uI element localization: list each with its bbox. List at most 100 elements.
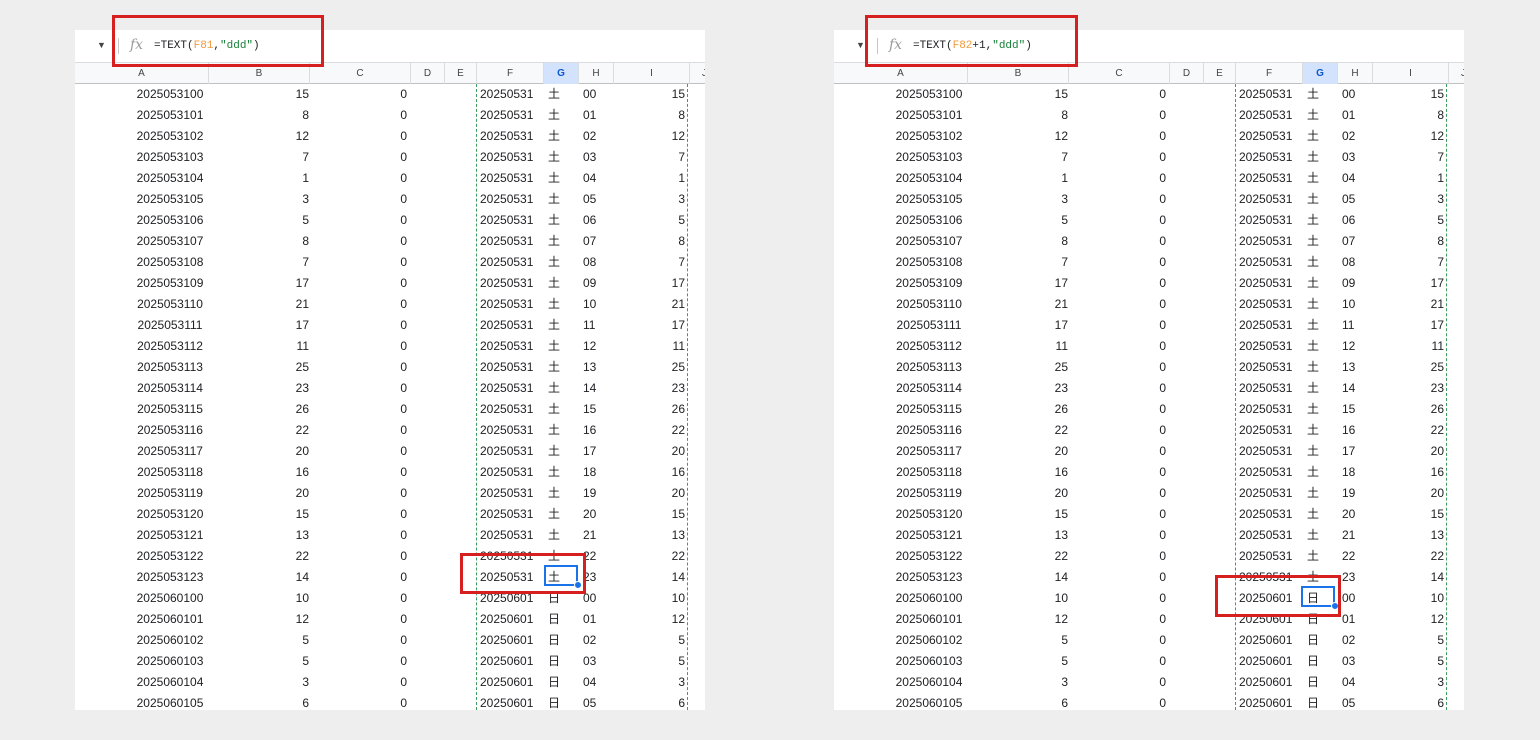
cell-weekday[interactable]: 土 xyxy=(1307,525,1319,546)
cell-date[interactable]: 20250531 xyxy=(480,105,533,126)
cell-weekday[interactable]: 土 xyxy=(548,84,560,105)
cell-date[interactable]: 20250531 xyxy=(480,441,533,462)
cell-date[interactable]: 20250531 xyxy=(1239,504,1292,525)
cell-date[interactable]: 20250601 xyxy=(1239,693,1292,710)
cell-weekday[interactable]: 日 xyxy=(548,609,560,630)
cell-count[interactable]: 15 xyxy=(968,84,1068,105)
cell-count[interactable]: 20 xyxy=(209,441,309,462)
cell-date[interactable]: 20250531 xyxy=(480,378,533,399)
cell-zero[interactable]: 0 xyxy=(1066,210,1166,231)
cell-value[interactable]: 5 xyxy=(1344,630,1444,651)
cell-value[interactable]: 26 xyxy=(585,399,685,420)
cell-value[interactable]: 17 xyxy=(1344,315,1444,336)
cell-count[interactable]: 20 xyxy=(968,441,1068,462)
column-header-j[interactable]: J xyxy=(1449,63,1464,84)
cell-count[interactable]: 13 xyxy=(209,525,309,546)
cell-value[interactable]: 22 xyxy=(1344,546,1444,567)
cell-value[interactable]: 8 xyxy=(585,231,685,252)
cell-weekday[interactable]: 日 xyxy=(1307,651,1319,672)
cell-zero[interactable]: 0 xyxy=(1066,231,1166,252)
cell-value[interactable]: 13 xyxy=(585,525,685,546)
cell-weekday[interactable]: 土 xyxy=(1307,399,1319,420)
cell-count[interactable]: 22 xyxy=(209,546,309,567)
cell-zero[interactable]: 0 xyxy=(1066,567,1166,588)
cell-date[interactable]: 20250601 xyxy=(480,630,533,651)
cell-date[interactable]: 20250531 xyxy=(1239,462,1292,483)
cell-value[interactable]: 22 xyxy=(585,546,685,567)
cell-zero[interactable]: 0 xyxy=(1066,357,1166,378)
cell-weekday[interactable]: 日 xyxy=(548,672,560,693)
cell-value[interactable]: 7 xyxy=(1344,252,1444,273)
cell-count[interactable]: 14 xyxy=(209,567,309,588)
cell-value[interactable]: 20 xyxy=(1344,441,1444,462)
cell-zero[interactable]: 0 xyxy=(1066,546,1166,567)
cell-count[interactable]: 5 xyxy=(209,630,309,651)
cell-zero[interactable]: 0 xyxy=(307,609,407,630)
cell-weekday[interactable]: 日 xyxy=(1307,630,1319,651)
cell-value[interactable]: 22 xyxy=(1344,420,1444,441)
cell-count[interactable]: 26 xyxy=(968,399,1068,420)
cell-value[interactable]: 16 xyxy=(1344,462,1444,483)
cell-count[interactable]: 6 xyxy=(209,693,309,710)
cell-count[interactable]: 8 xyxy=(968,231,1068,252)
column-header-d[interactable]: D xyxy=(411,63,445,84)
cell-count[interactable]: 8 xyxy=(209,105,309,126)
cell-count[interactable]: 16 xyxy=(968,462,1068,483)
cell-weekday[interactable]: 土 xyxy=(548,294,560,315)
cell-count[interactable]: 5 xyxy=(968,630,1068,651)
column-header-i[interactable]: I xyxy=(1373,63,1449,84)
cell-count[interactable]: 5 xyxy=(968,651,1068,672)
cell-count[interactable]: 22 xyxy=(968,420,1068,441)
cell-date[interactable]: 20250531 xyxy=(1239,189,1292,210)
cell-zero[interactable]: 0 xyxy=(307,567,407,588)
cell-date[interactable]: 20250531 xyxy=(1239,357,1292,378)
cell-zero[interactable]: 0 xyxy=(307,420,407,441)
cell-count[interactable]: 3 xyxy=(968,672,1068,693)
column-header-d[interactable]: D xyxy=(1170,63,1204,84)
name-box-dropdown-icon[interactable]: ▼ xyxy=(856,40,865,50)
cell-weekday[interactable]: 土 xyxy=(1307,378,1319,399)
cell-date[interactable]: 20250601 xyxy=(480,693,533,710)
cell-zero[interactable]: 0 xyxy=(307,357,407,378)
cell-count[interactable]: 8 xyxy=(209,231,309,252)
cell-zero[interactable]: 0 xyxy=(307,693,407,710)
cell-value[interactable]: 7 xyxy=(1344,147,1444,168)
cell-value[interactable]: 1 xyxy=(1344,168,1444,189)
cell-count[interactable]: 23 xyxy=(209,378,309,399)
cell-date[interactable]: 20250531 xyxy=(1239,525,1292,546)
column-header-c[interactable]: C xyxy=(310,63,411,84)
cell-weekday[interactable]: 土 xyxy=(548,357,560,378)
cell-weekday[interactable]: 日 xyxy=(1307,672,1319,693)
cell-count[interactable]: 1 xyxy=(209,168,309,189)
cell-zero[interactable]: 0 xyxy=(307,105,407,126)
cell-weekday[interactable]: 土 xyxy=(548,441,560,462)
cell-date[interactable]: 20250531 xyxy=(1239,315,1292,336)
cell-value[interactable]: 16 xyxy=(585,462,685,483)
cell-date[interactable]: 20250531 xyxy=(1239,483,1292,504)
cell-zero[interactable]: 0 xyxy=(307,504,407,525)
cell-date[interactable]: 20250531 xyxy=(1239,168,1292,189)
cell-weekday[interactable]: 土 xyxy=(1307,483,1319,504)
cell-value[interactable]: 5 xyxy=(585,651,685,672)
cell-value[interactable]: 11 xyxy=(585,336,685,357)
cell-date[interactable]: 20250531 xyxy=(1239,546,1292,567)
cell-value[interactable]: 23 xyxy=(585,378,685,399)
cell-count[interactable]: 5 xyxy=(209,210,309,231)
cell-count[interactable]: 26 xyxy=(209,399,309,420)
cell-date[interactable]: 20250531 xyxy=(480,483,533,504)
cell-count[interactable]: 17 xyxy=(209,315,309,336)
cell-zero[interactable]: 0 xyxy=(307,588,407,609)
cell-date[interactable]: 20250531 xyxy=(1239,84,1292,105)
cell-value[interactable]: 26 xyxy=(1344,399,1444,420)
cell-count[interactable]: 20 xyxy=(968,483,1068,504)
cell-weekday[interactable]: 土 xyxy=(1307,210,1319,231)
cell-count[interactable]: 3 xyxy=(968,189,1068,210)
cell-count[interactable]: 11 xyxy=(968,336,1068,357)
cell-date[interactable]: 20250531 xyxy=(1239,441,1292,462)
column-header-e[interactable]: E xyxy=(1204,63,1236,84)
cell-zero[interactable]: 0 xyxy=(1066,399,1166,420)
cell-weekday[interactable]: 土 xyxy=(1307,462,1319,483)
cell-date[interactable]: 20250531 xyxy=(1239,126,1292,147)
cell-count[interactable]: 3 xyxy=(209,189,309,210)
cell-weekday[interactable]: 土 xyxy=(1307,126,1319,147)
